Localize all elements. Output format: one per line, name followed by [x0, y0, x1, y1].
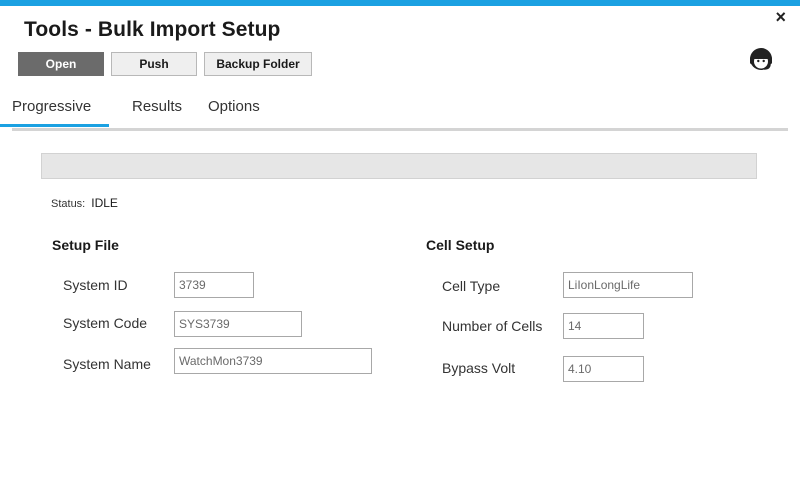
system-name-label: System Name — [63, 356, 151, 372]
tab-progressive[interactable]: Progressive — [0, 98, 110, 127]
window-title: Tools - Bulk Import Setup — [24, 18, 281, 41]
number-of-cells-field[interactable] — [563, 313, 644, 339]
toolbar: Open Push Backup Folder — [18, 52, 312, 76]
number-of-cells-label: Number of Cells — [442, 318, 543, 334]
system-id-field[interactable] — [174, 272, 254, 298]
tab-options[interactable]: Options — [208, 98, 260, 124]
system-code-label: System Code — [63, 315, 148, 331]
bypass-volt-field[interactable] — [563, 356, 644, 382]
system-id-label: System ID — [63, 277, 128, 293]
bulk-import-window: × Tools - Bulk Import Setup Open Push Ba… — [0, 0, 800, 490]
cell-setup-heading: Cell Setup — [426, 237, 495, 253]
push-button[interactable]: Push — [111, 52, 197, 76]
headset-support-icon[interactable] — [746, 44, 776, 74]
window-accent-bar — [0, 0, 800, 6]
bypass-volt-label: Bypass Volt — [442, 360, 516, 376]
close-icon[interactable]: × — [775, 8, 786, 26]
system-code-field[interactable] — [174, 311, 302, 337]
status-label: Status: — [51, 198, 86, 210]
status-value: IDLE — [91, 196, 118, 210]
backup-folder-button[interactable]: Backup Folder — [204, 52, 312, 76]
status-row: Status: IDLE — [51, 196, 118, 210]
cell-type-field[interactable] — [563, 272, 693, 298]
progress-bar — [41, 153, 757, 179]
system-name-field[interactable] — [174, 348, 372, 374]
open-button[interactable]: Open — [18, 52, 104, 76]
setup-file-heading: Setup File — [52, 237, 119, 253]
tab-bar: Progressive Results Options — [0, 94, 788, 131]
cell-type-label: Cell Type — [442, 278, 501, 294]
tab-results[interactable]: Results — [132, 98, 182, 124]
